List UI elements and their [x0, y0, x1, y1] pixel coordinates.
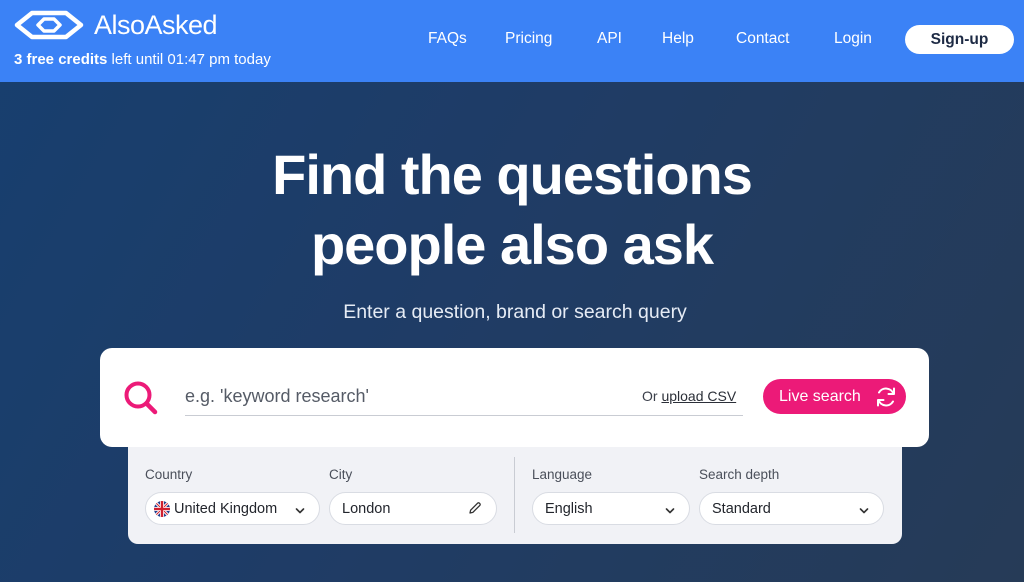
search-icon — [123, 380, 159, 421]
hero-title-line-1: Find the questions — [272, 143, 753, 206]
brand-name: AlsoAsked — [94, 9, 218, 40]
hero-title-line-2: people also ask — [310, 213, 714, 276]
eye-hexagon-logo-icon — [14, 10, 84, 40]
country-label: Country — [145, 467, 193, 482]
search-card: Or upload CSV Live search — [100, 348, 929, 447]
search-depth-label: Search depth — [699, 467, 780, 482]
language-value: English — [545, 500, 593, 517]
credits-notice: 3 free credits left until 01:47 pm today — [14, 51, 271, 68]
credits-expiry: left until 01:47 pm today — [107, 51, 271, 68]
search-options-panel: Country United Kingdom City London Langu… — [128, 447, 902, 544]
nav-login[interactable]: Login — [834, 30, 872, 48]
top-navbar: AlsoAsked 3 free credits left until 01:4… — [0, 0, 1024, 82]
city-field[interactable]: London — [329, 492, 497, 525]
language-label: Language — [532, 467, 593, 482]
country-select[interactable]: United Kingdom — [145, 492, 320, 525]
language-select[interactable]: English — [532, 492, 690, 525]
nav-api[interactable]: API — [597, 30, 622, 48]
chevron-down-icon — [859, 504, 869, 520]
upload-csv: Or upload CSV — [642, 388, 736, 404]
upload-csv-link[interactable]: upload CSV — [661, 388, 736, 404]
nav-pricing[interactable]: Pricing — [505, 30, 552, 48]
hero-subtitle: Enter a question, brand or search query — [343, 301, 687, 323]
live-search-label: Live search — [779, 387, 861, 405]
chevron-down-icon — [295, 504, 305, 520]
options-divider — [514, 457, 515, 533]
live-search-button[interactable]: Live search — [763, 379, 906, 414]
nav-contact[interactable]: Contact — [736, 30, 789, 48]
nav-faqs[interactable]: FAQs — [428, 30, 467, 48]
chevron-down-icon — [665, 504, 675, 520]
search-depth-select[interactable]: Standard — [699, 492, 884, 525]
city-value: London — [342, 500, 391, 517]
search-depth-value: Standard — [712, 500, 771, 517]
uk-flag-icon — [154, 500, 174, 517]
hero-title: Find the questions people also ask — [0, 140, 1024, 280]
upload-prefix: Or — [642, 388, 662, 404]
brand-logo[interactable]: AlsoAsked — [14, 9, 218, 40]
nav-help[interactable]: Help — [662, 30, 694, 48]
country-value: United Kingdom — [174, 500, 278, 517]
signup-button[interactable]: Sign-up — [905, 25, 1014, 54]
city-label: City — [329, 467, 353, 482]
credits-count: 3 free credits — [14, 51, 108, 68]
pencil-icon[interactable] — [468, 501, 482, 519]
